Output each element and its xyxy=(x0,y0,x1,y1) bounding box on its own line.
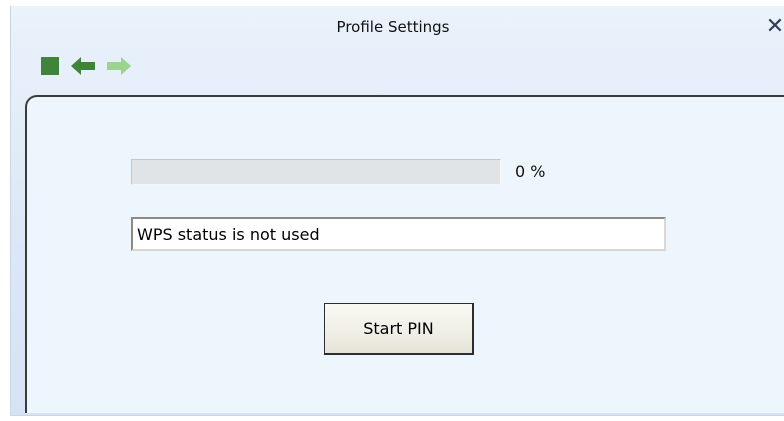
profile-settings-window: Profile Settings ✕ 0 % Start PIN xyxy=(10,6,784,416)
arrow-left-icon xyxy=(71,57,95,75)
wps-progress-label: 0 % xyxy=(515,162,546,181)
arrow-right-icon xyxy=(107,57,131,75)
stop-button[interactable] xyxy=(37,50,63,82)
wps-status-field[interactable] xyxy=(131,217,666,251)
forward-button[interactable] xyxy=(105,50,133,82)
stop-square-icon xyxy=(41,57,59,75)
window-title: Profile Settings xyxy=(336,18,450,36)
wps-panel: 0 % Start PIN xyxy=(25,95,784,413)
wps-progress-bar xyxy=(131,159,501,185)
start-pin-button[interactable]: Start PIN xyxy=(324,303,474,355)
close-icon[interactable]: ✕ xyxy=(765,14,784,40)
toolbar xyxy=(37,50,141,82)
back-button[interactable] xyxy=(69,50,97,82)
